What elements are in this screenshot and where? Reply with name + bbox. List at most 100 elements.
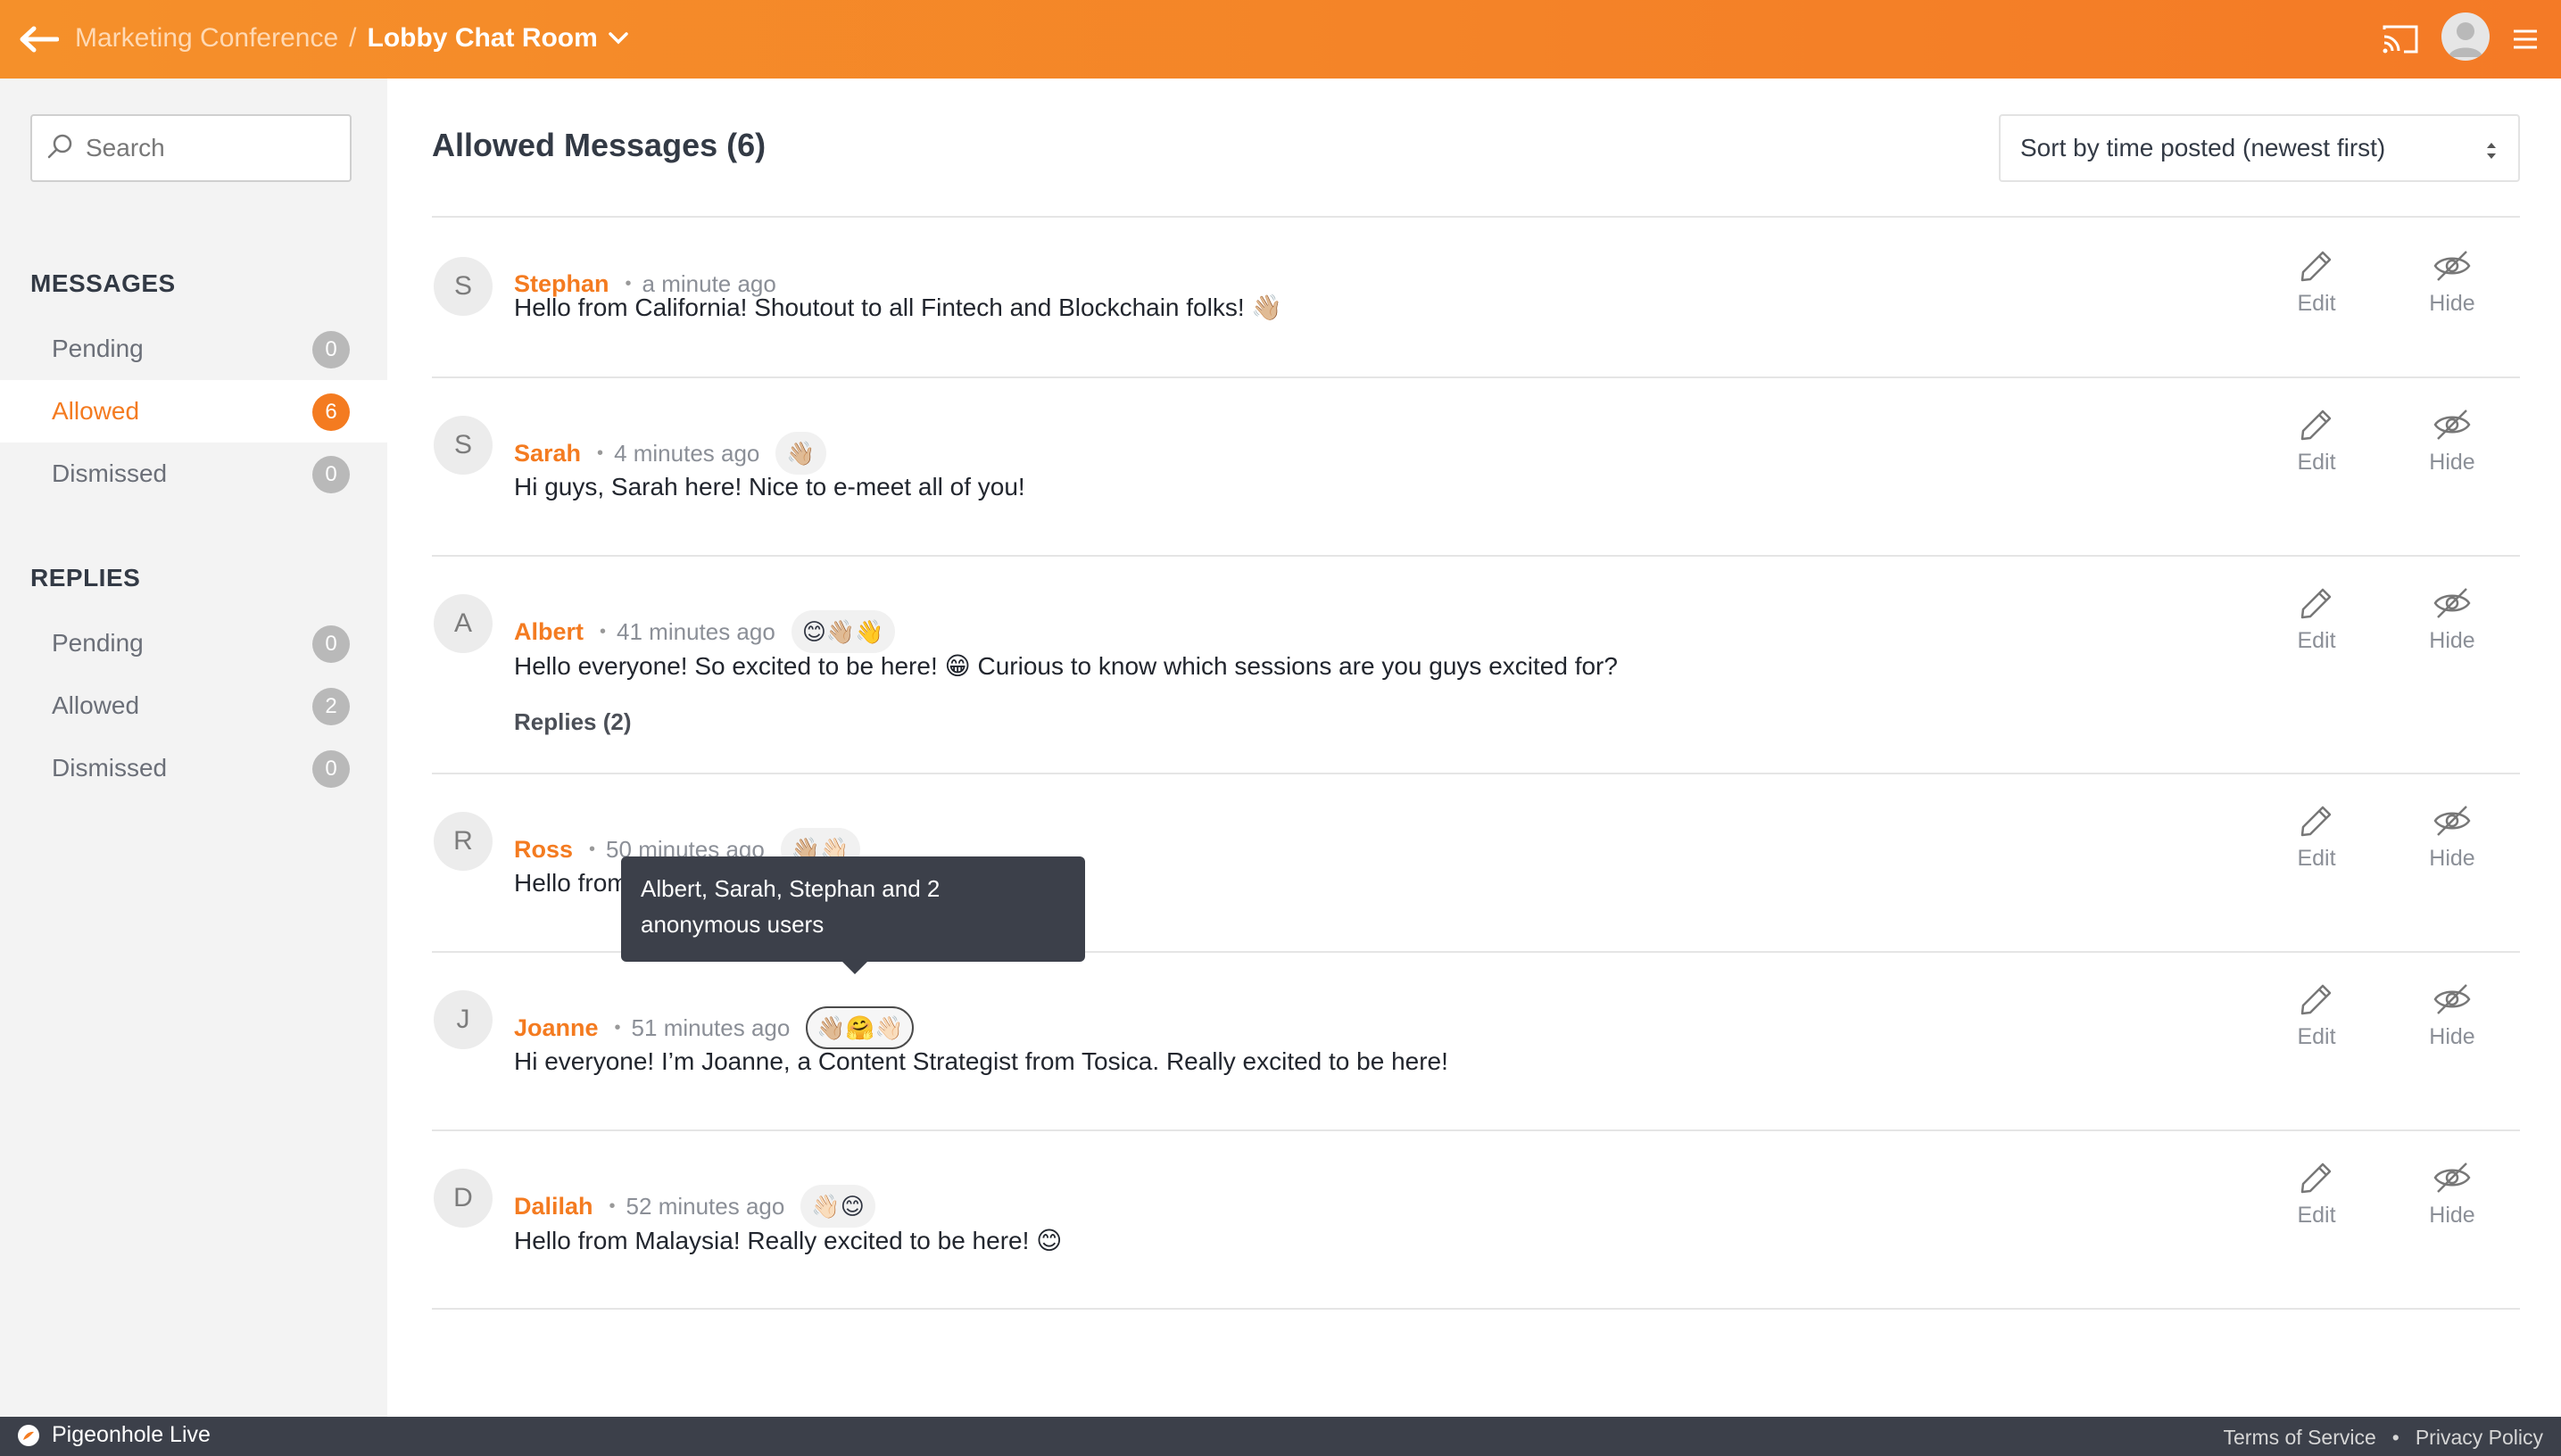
- message-text: Hi guys, Sarah here! Nice to e-meet all …: [514, 473, 1025, 500]
- edit-label: Edit: [2297, 846, 2336, 871]
- sidebar-item-label: Pending: [52, 629, 144, 657]
- sidebar-item-label: Allowed: [52, 691, 140, 719]
- reactions-pill[interactable]: 👋🏻😊: [800, 1185, 875, 1228]
- hide-button[interactable]: Hide: [2408, 1160, 2497, 1240]
- sidebar-item-replies-dismissed[interactable]: Dismissed 0: [0, 737, 387, 799]
- sidebar-item-replies-pending[interactable]: Pending 0: [0, 612, 387, 674]
- edit-button[interactable]: Edit: [2272, 981, 2361, 1062]
- edit-label: Edit: [2297, 628, 2336, 653]
- footer-separator: •: [2391, 1426, 2399, 1449]
- sidebar-item-messages-dismissed[interactable]: Dismissed 0: [0, 443, 387, 505]
- breadcrumb-event[interactable]: Marketing Conference: [75, 23, 338, 54]
- sort-select-value: Sort by time posted (newest first): [2020, 134, 2386, 161]
- message-time: 41 minutes ago: [617, 617, 775, 645]
- eye-slash-icon: [2433, 1162, 2471, 1193]
- count-badge: 0: [312, 456, 350, 493]
- reactions-pill[interactable]: 👋🏼🤗👋🏻: [806, 1006, 915, 1049]
- reactions-pill[interactable]: 😊👋🏼👋: [791, 610, 895, 653]
- hide-label: Hide: [2429, 846, 2475, 871]
- hide-label: Hide: [2429, 628, 2475, 653]
- author-avatar: D: [434, 1169, 493, 1228]
- message-item: S Stephan • a minute ago Hello from Cali…: [432, 218, 2520, 376]
- hide-label: Hide: [2429, 1203, 2475, 1228]
- meta-separator: •: [589, 839, 596, 859]
- footer-brand[interactable]: Pigeonhole Live: [18, 1422, 211, 1448]
- pigeonhole-logo-icon: [18, 1424, 39, 1446]
- reactions-pill[interactable]: 👋🏼: [775, 432, 826, 475]
- search-input[interactable]: [86, 134, 344, 162]
- count-badge: 6: [312, 393, 350, 431]
- pencil-icon: [2300, 1162, 2332, 1194]
- footer: Pigeonhole Live Terms of Service • Priva…: [0, 1417, 2561, 1456]
- footer-links: Terms of Service • Privacy Policy: [2224, 1426, 2543, 1450]
- edit-button[interactable]: Edit: [2272, 585, 2361, 666]
- hamburger-menu-icon[interactable]: [2507, 21, 2543, 57]
- author-name[interactable]: Joanne: [514, 1014, 599, 1042]
- message-item: D Dalilah • 52 minutes ago 👋🏻😊 Hello fro…: [432, 1131, 2520, 1308]
- message-text: Hello from California! Shoutout to all F…: [514, 294, 1283, 321]
- message-text: Hello from Malaysia! Really excited to b…: [514, 1227, 1063, 1254]
- replies-link[interactable]: Replies (2): [514, 708, 632, 736]
- count-badge: 0: [312, 331, 350, 368]
- message-time: 4 minutes ago: [614, 439, 760, 467]
- message-meta: Albert • 41 minutes ago 😊👋🏼👋: [514, 610, 895, 653]
- search-box[interactable]: [30, 114, 352, 182]
- eye-slash-icon: [2433, 984, 2471, 1014]
- sidebar-item-replies-allowed[interactable]: Allowed 2: [0, 674, 387, 737]
- search-icon: [46, 133, 73, 164]
- messages-section-title: MESSAGES: [30, 269, 176, 297]
- sort-select[interactable]: Sort by time posted (newest first): [1999, 114, 2520, 182]
- user-avatar[interactable]: [2441, 12, 2490, 61]
- pencil-icon: [2300, 588, 2332, 619]
- breadcrumb-room[interactable]: Lobby Chat Room: [368, 23, 598, 54]
- author-name[interactable]: Albert: [514, 618, 584, 646]
- eye-slash-icon: [2433, 588, 2471, 618]
- author-avatar: J: [434, 990, 493, 1049]
- breadcrumb-separator: /: [349, 23, 357, 53]
- meta-separator: •: [597, 443, 604, 463]
- replies-section-title: REPLIES: [30, 564, 141, 592]
- sidebar-item-label: Pending: [52, 335, 144, 362]
- eye-slash-icon: [2433, 806, 2471, 836]
- message-item: S Sarah • 4 minutes ago 👋🏼 Hi guys, Sara…: [432, 378, 2520, 555]
- chevron-down-icon[interactable]: [609, 28, 630, 49]
- edit-button[interactable]: Edit: [2272, 1160, 2361, 1240]
- hide-button[interactable]: Hide: [2408, 803, 2497, 883]
- sidebar-item-messages-pending[interactable]: Pending 0: [0, 318, 387, 380]
- edit-button[interactable]: Edit: [2272, 803, 2361, 883]
- author-avatar: S: [434, 416, 493, 475]
- author-name[interactable]: Dalilah: [514, 1193, 593, 1220]
- author-avatar: R: [434, 812, 493, 871]
- author-name[interactable]: Ross: [514, 836, 573, 864]
- breadcrumb: Marketing Conference / Lobby Chat Room: [75, 18, 630, 59]
- eye-slash-icon: [2433, 251, 2471, 281]
- cast-icon[interactable]: [2381, 20, 2420, 59]
- terms-link[interactable]: Terms of Service: [2224, 1426, 2376, 1450]
- edit-button[interactable]: Edit: [2272, 248, 2361, 328]
- edit-label: Edit: [2297, 291, 2336, 316]
- hide-label: Hide: [2429, 1024, 2475, 1049]
- message-time: 52 minutes ago: [626, 1192, 785, 1220]
- hide-button[interactable]: Hide: [2408, 407, 2497, 487]
- message-text: Hi everyone! I’m Joanne, a Content Strat…: [514, 1047, 1448, 1075]
- pencil-icon: [2300, 410, 2332, 441]
- privacy-link[interactable]: Privacy Policy: [2416, 1426, 2543, 1450]
- sidebar-item-label: Dismissed: [52, 754, 168, 782]
- hide-button[interactable]: Hide: [2408, 248, 2497, 328]
- back-arrow-icon[interactable]: [16, 20, 61, 59]
- hide-button[interactable]: Hide: [2408, 981, 2497, 1062]
- divider: [432, 1308, 2520, 1310]
- sidebar-item-label: Dismissed: [52, 459, 168, 487]
- hide-button[interactable]: Hide: [2408, 585, 2497, 666]
- message-text: Hello everyone! So excited to be here! 😁…: [514, 652, 1618, 680]
- edit-button[interactable]: Edit: [2272, 407, 2361, 487]
- message-text: Hello from: [514, 869, 628, 897]
- pencil-icon: [2300, 806, 2332, 837]
- sidebar: MESSAGES Pending 0 Allowed 6 Dismissed 0…: [0, 79, 387, 1417]
- edit-label: Edit: [2297, 1024, 2336, 1049]
- sidebar-item-messages-allowed[interactable]: Allowed 6: [0, 380, 387, 443]
- count-badge: 0: [312, 750, 350, 788]
- hide-label: Hide: [2429, 291, 2475, 316]
- author-name[interactable]: Sarah: [514, 440, 581, 467]
- count-badge: 0: [312, 625, 350, 663]
